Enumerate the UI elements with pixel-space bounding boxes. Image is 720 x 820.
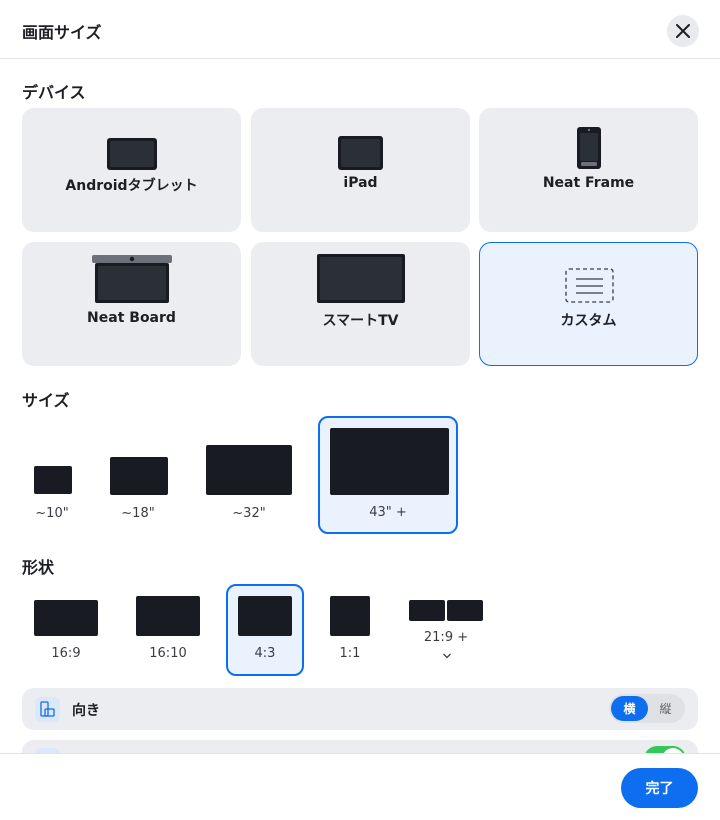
ipad-icon (338, 136, 383, 170)
size-label: 43" + (369, 505, 407, 520)
device-android-tablet[interactable]: Androidタブレット (22, 108, 241, 232)
screen-preview (447, 600, 483, 621)
tablet-icon (107, 138, 157, 170)
chevron-down-icon (443, 653, 451, 659)
devices-section-title: デバイス (22, 83, 86, 102)
orientation-row: 向き 横 縦 (22, 688, 698, 730)
shape-label: 1:1 (339, 646, 361, 661)
screen-preview (330, 596, 370, 636)
size-option-18[interactable]: ~18" (98, 416, 178, 534)
shape-option-16-10[interactable]: 16:10 (124, 584, 212, 676)
orientation-label: 向き (72, 703, 100, 719)
screen-preview (34, 466, 72, 494)
shape-option-21-9-plus[interactable]: 21:9 + (396, 584, 496, 676)
tv-icon (317, 254, 405, 303)
close-icon (676, 24, 690, 38)
orientation-portrait-option[interactable]: 縦 (647, 696, 684, 721)
size-option-43-plus[interactable]: 43" + (318, 416, 458, 534)
screen-preview (238, 596, 292, 636)
phone-frame-icon (577, 127, 601, 169)
screen-size-dialog: 画面サイズ デバイス Androidタブレット iPad Neat Frame (0, 0, 720, 820)
screen-preview (330, 428, 449, 495)
device-label: Androidタブレット (65, 178, 198, 194)
size-option-10[interactable]: ~10" (22, 416, 82, 534)
screen-preview (110, 457, 168, 495)
orientation-segmented-control: 横 縦 (609, 694, 685, 723)
dialog-footer: 完了 (0, 753, 720, 820)
device-label: Neat Board (87, 310, 176, 326)
size-label: ~18" (121, 506, 155, 521)
device-label: Neat Frame (542, 175, 635, 191)
device-label: カスタム (560, 313, 617, 329)
device-label: スマートTV (322, 313, 399, 329)
orientation-icon (35, 697, 60, 722)
size-label: ~32" (232, 506, 266, 521)
device-ipad[interactable]: iPad (251, 108, 470, 232)
close-button[interactable] (667, 15, 699, 47)
shape-option-4-3[interactable]: 4:3 (226, 584, 304, 676)
orientation-landscape-option[interactable]: 横 (611, 696, 648, 721)
screen-preview (409, 600, 445, 621)
board-icon (92, 255, 172, 303)
shape-label: 16:10 (149, 646, 187, 661)
shape-label: 16:9 (51, 646, 81, 661)
device-custom[interactable]: カスタム (479, 242, 698, 366)
done-button[interactable]: 完了 (621, 768, 698, 808)
device-neat-board[interactable]: Neat Board (22, 242, 241, 366)
custom-icon (565, 268, 614, 303)
device-smart-tv[interactable]: スマートTV (251, 242, 470, 366)
shape-label: 21:9 + (423, 630, 469, 645)
dialog-header: 画面サイズ (0, 0, 720, 59)
shape-option-1-1[interactable]: 1:1 (318, 584, 382, 676)
shape-label: 4:3 (254, 646, 276, 661)
shape-section-title: 形状 (22, 558, 55, 577)
size-label: ~10" (35, 506, 69, 521)
size-section-title: サイズ (22, 391, 70, 410)
device-label: iPad (343, 175, 378, 191)
screen-preview (136, 596, 200, 636)
device-neat-frame[interactable]: Neat Frame (479, 108, 698, 232)
shape-option-16-9[interactable]: 16:9 (22, 584, 110, 676)
screen-preview (34, 600, 98, 636)
dialog-title: 画面サイズ (22, 23, 102, 42)
screen-preview (206, 445, 292, 495)
size-option-32[interactable]: ~32" (194, 416, 304, 534)
